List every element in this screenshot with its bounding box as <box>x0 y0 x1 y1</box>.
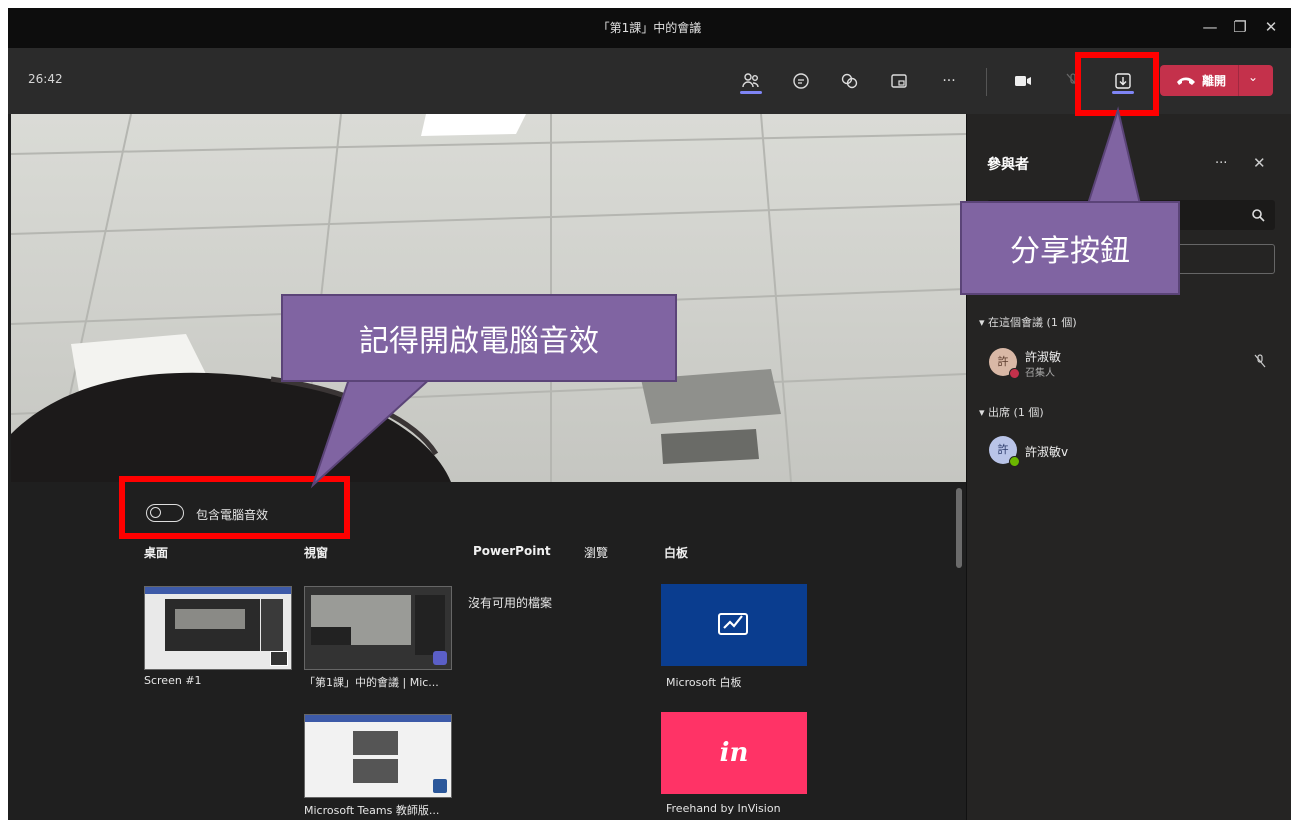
rooms-button[interactable] <box>884 66 914 96</box>
leave-label: 離開 <box>1202 74 1227 88</box>
window-caption-teams: Microsoft Teams 教師版... <box>304 804 440 817</box>
share-button-callout: 分享按鈕 <box>960 201 1180 295</box>
status-available-icon <box>1009 456 1020 467</box>
tab-browse[interactable]: 瀏覽 <box>584 544 608 561</box>
screen-caption: Screen #1 <box>144 674 202 687</box>
attendees-section-header[interactable]: ▾ 出席 (1 個) <box>979 404 1044 420</box>
panel-close-icon[interactable]: ✕ <box>1253 154 1266 172</box>
participant-name: 許淑敏 <box>1025 350 1062 364</box>
tab-powerpoint[interactable]: PowerPoint <box>473 544 551 558</box>
window-title: 「第1課」中的會議 <box>597 21 702 35</box>
chevron-down-icon: ▾ <box>979 406 989 419</box>
toolbar-divider <box>986 68 987 96</box>
phone-hangup-icon <box>1177 77 1195 85</box>
panel-more-button[interactable]: ··· <box>1215 156 1227 171</box>
panel-title: 參與者 <box>987 157 1029 173</box>
thumb-video-light <box>175 609 245 629</box>
reactions-button[interactable] <box>834 66 864 96</box>
window-caption-meeting: 「第1課」中的會議 | Mic... <box>304 676 439 689</box>
breakout-rooms-icon <box>891 74 907 88</box>
window-thumbnail-teams[interactable] <box>304 714 452 798</box>
thumb-sidebar <box>261 599 283 651</box>
thumb-sidebar <box>415 595 445 655</box>
title-bar: 「第1課」中的會議 — ❐ ✕ <box>8 8 1291 48</box>
search-icon <box>1252 209 1265 222</box>
minimize-button[interactable]: — <box>1195 16 1225 38</box>
in-meeting-section-header[interactable]: ▾ 在這個會議 (1 個) <box>979 314 1077 330</box>
tab-desktop[interactable]: 桌面 <box>144 544 168 561</box>
no-files-message: 沒有可用的檔案 <box>468 596 553 610</box>
thumb-slide-2 <box>353 759 398 783</box>
share-screen-icon <box>270 651 288 666</box>
whiteboard-icon <box>718 613 748 635</box>
microsoft-whiteboard-caption: Microsoft 白板 <box>666 676 742 689</box>
close-button[interactable]: ✕ <box>1256 16 1286 38</box>
teams-meeting-window: 「第1課」中的會議 — ❐ ✕ 26:42 ··· 離開 ⌄ 包含電腦音效 桌面… <box>8 8 1291 820</box>
chevron-down-icon[interactable]: ⌄ <box>1248 70 1258 84</box>
audio-reminder-callout: 記得開啟電腦音效 <box>281 294 677 382</box>
screen-thumbnail[interactable] <box>144 586 292 670</box>
participant-row[interactable]: 許 許淑敏 召集人 <box>987 346 1287 380</box>
microsoft-whiteboard-tile[interactable] <box>661 584 807 666</box>
thumb-titlebar <box>305 715 451 722</box>
teams-app-icon <box>433 651 447 665</box>
people-icon <box>742 73 759 88</box>
camera-icon <box>1015 76 1031 86</box>
word-app-icon <box>433 779 447 793</box>
participant-row[interactable]: 許 許淑敏v <box>987 434 1287 468</box>
camera-button[interactable] <box>1008 66 1038 96</box>
chat-icon <box>793 73 809 89</box>
meeting-timer: 26:42 <box>28 72 63 86</box>
tab-whiteboard[interactable]: 白板 <box>664 544 688 561</box>
hand-icon <box>841 73 858 89</box>
more-actions-button[interactable]: ··· <box>934 66 964 96</box>
tab-window[interactable]: 視窗 <box>304 544 328 561</box>
audio-toggle-highlight <box>119 476 350 539</box>
in-meeting-label: 在這個會議 (1 個) <box>988 316 1077 329</box>
share-button-highlight <box>1075 52 1159 116</box>
invision-logo-icon: in <box>719 738 749 768</box>
active-indicator <box>740 91 762 94</box>
share-tray-scrollbar[interactable] <box>956 488 962 568</box>
invision-freehand-caption: Freehand by InVision <box>666 802 781 815</box>
thumb-dark-area <box>311 627 351 645</box>
attendees-label: 出席 (1 個) <box>988 406 1044 419</box>
leave-button[interactable]: 離開 ⌄ <box>1160 65 1273 96</box>
thumb-titlebar <box>145 587 291 594</box>
window-thumbnail-meeting[interactable] <box>304 586 452 670</box>
leave-separator <box>1238 65 1239 96</box>
participant-name: 許淑敏v <box>1025 445 1069 459</box>
maximize-button[interactable]: ❐ <box>1225 16 1255 38</box>
invision-freehand-tile[interactable]: in <box>661 712 807 794</box>
mic-off-icon <box>1254 354 1266 368</box>
thumb-slide-1 <box>353 731 398 755</box>
status-busy-icon <box>1009 368 1020 379</box>
participant-role: 召集人 <box>1025 368 1055 379</box>
chevron-down-icon: ▾ <box>979 316 989 329</box>
participants-button[interactable] <box>736 66 766 96</box>
chat-button[interactable] <box>786 66 816 96</box>
